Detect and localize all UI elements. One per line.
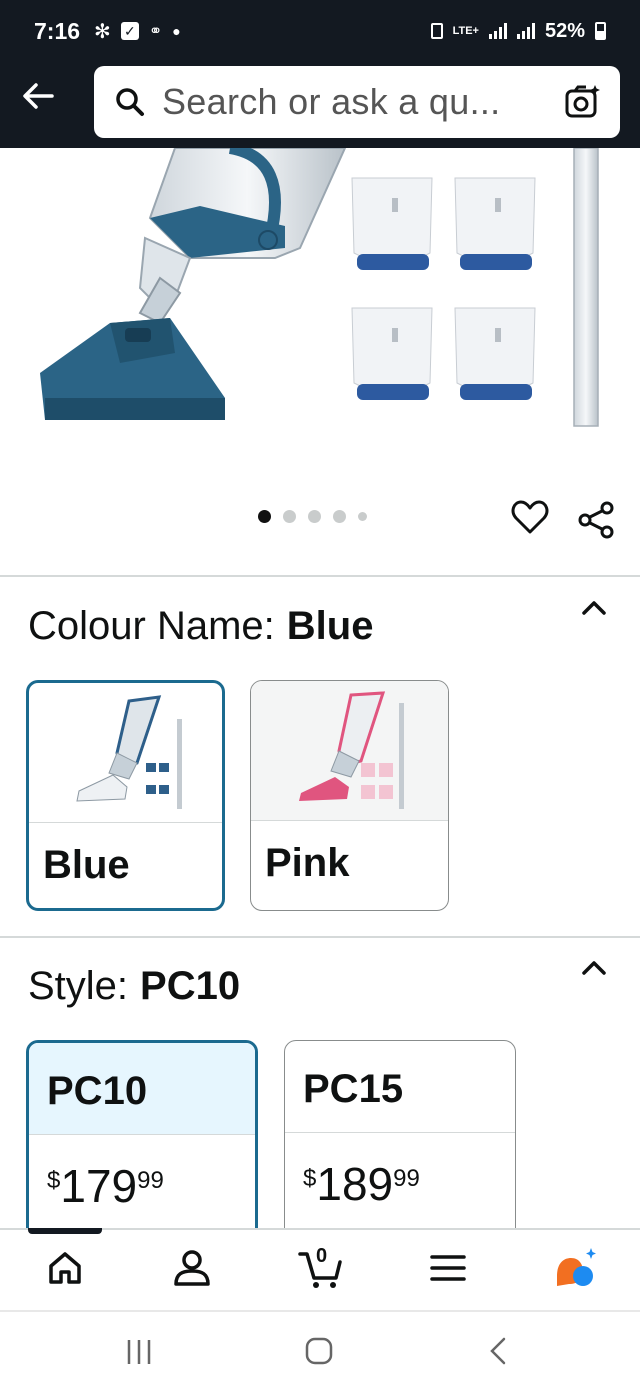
colour-thumbnail-pink	[251, 681, 448, 821]
camera-lens-icon[interactable]	[564, 83, 602, 121]
cart-count-badge: 0	[316, 1245, 328, 1267]
signal-icon-2	[516, 23, 535, 39]
style-option-pc15[interactable]: PC15 $ 189 99	[284, 1040, 516, 1250]
account-icon[interactable]	[170, 1246, 214, 1290]
link-notification-icon: ⚭	[148, 23, 163, 40]
carousel-dot[interactable]	[308, 510, 321, 523]
divider	[0, 575, 640, 577]
checkbox-notification-icon: ✓	[120, 22, 139, 40]
price-fraction: 99	[393, 1165, 420, 1192]
chevron-up-icon[interactable]	[580, 598, 608, 618]
style-option-price: $ 179 99	[29, 1135, 255, 1237]
recent-apps-icon[interactable]	[124, 1338, 154, 1366]
price-currency: $	[303, 1165, 317, 1192]
carousel-indicator	[258, 510, 367, 523]
back-button-icon[interactable]	[486, 1336, 510, 1366]
active-tab-indicator	[28, 1228, 102, 1234]
colour-option-pink[interactable]: Pink	[250, 680, 449, 911]
search-bar[interactable]: Search or ask a qu...	[94, 66, 620, 138]
colour-selected-value: Blue	[286, 604, 374, 648]
price-whole: 189	[316, 1158, 394, 1210]
more-notifications-icon: ●	[172, 23, 181, 39]
menu-icon[interactable]	[426, 1246, 470, 1290]
back-arrow-icon[interactable]	[18, 76, 58, 116]
colour-option-blue[interactable]: Blue	[26, 680, 225, 911]
colour-heading: Colour Name: Blue	[28, 604, 373, 649]
style-label: Style:	[28, 964, 129, 1008]
signal-icon	[488, 23, 507, 39]
chevron-up-icon[interactable]	[580, 958, 608, 978]
style-heading: Style: PC10	[28, 964, 240, 1009]
carousel-dot[interactable]	[258, 510, 271, 523]
price-currency: $	[47, 1167, 61, 1194]
system-navigation-bar	[0, 1310, 640, 1388]
search-input[interactable]: Search or ask a qu...	[162, 81, 564, 123]
heart-icon[interactable]	[510, 498, 550, 536]
product-image	[40, 148, 599, 427]
battery-icon	[595, 22, 606, 40]
status-bar: 7:16 ✻ ✓ ⚭ ● LTE+ 52%	[0, 0, 640, 62]
style-option-pc10[interactable]: PC10 $ 179 99	[26, 1040, 258, 1250]
app-header: Search or ask a qu...	[0, 62, 640, 148]
style-option-label: PC15	[285, 1041, 515, 1133]
carousel-dot[interactable]	[333, 510, 346, 523]
price-fraction: 99	[137, 1167, 164, 1194]
home-icon[interactable]	[43, 1246, 87, 1290]
product-image-carousel[interactable]	[0, 148, 640, 478]
telescopic-pole	[573, 148, 599, 427]
style-selected-value: PC10	[140, 964, 241, 1008]
colour-option-label: Blue	[43, 843, 130, 887]
divider	[0, 936, 640, 938]
home-button-icon[interactable]	[304, 1336, 334, 1366]
bottom-navigation	[0, 1228, 640, 1310]
rufus-assistant-icon[interactable]	[553, 1246, 597, 1290]
battery-percent: 52%	[544, 19, 585, 42]
style-option-price: $ 189 99	[285, 1133, 515, 1235]
share-icon[interactable]	[576, 500, 616, 540]
colour-option-label: Pink	[265, 841, 350, 885]
colour-thumbnail-blue	[29, 683, 222, 823]
carousel-dot[interactable]	[358, 512, 367, 521]
data-saver-icon	[430, 23, 443, 39]
network-type-label: LTE+	[452, 24, 479, 37]
price-whole: 179	[60, 1160, 138, 1212]
style-option-label: PC10	[29, 1043, 255, 1135]
clock: 7:16	[34, 17, 81, 44]
pinwheel-icon: ✻	[94, 20, 111, 43]
carousel-dot[interactable]	[283, 510, 296, 523]
filter-bags	[351, 177, 536, 400]
search-icon	[116, 88, 144, 116]
colour-label: Colour Name:	[28, 604, 275, 648]
